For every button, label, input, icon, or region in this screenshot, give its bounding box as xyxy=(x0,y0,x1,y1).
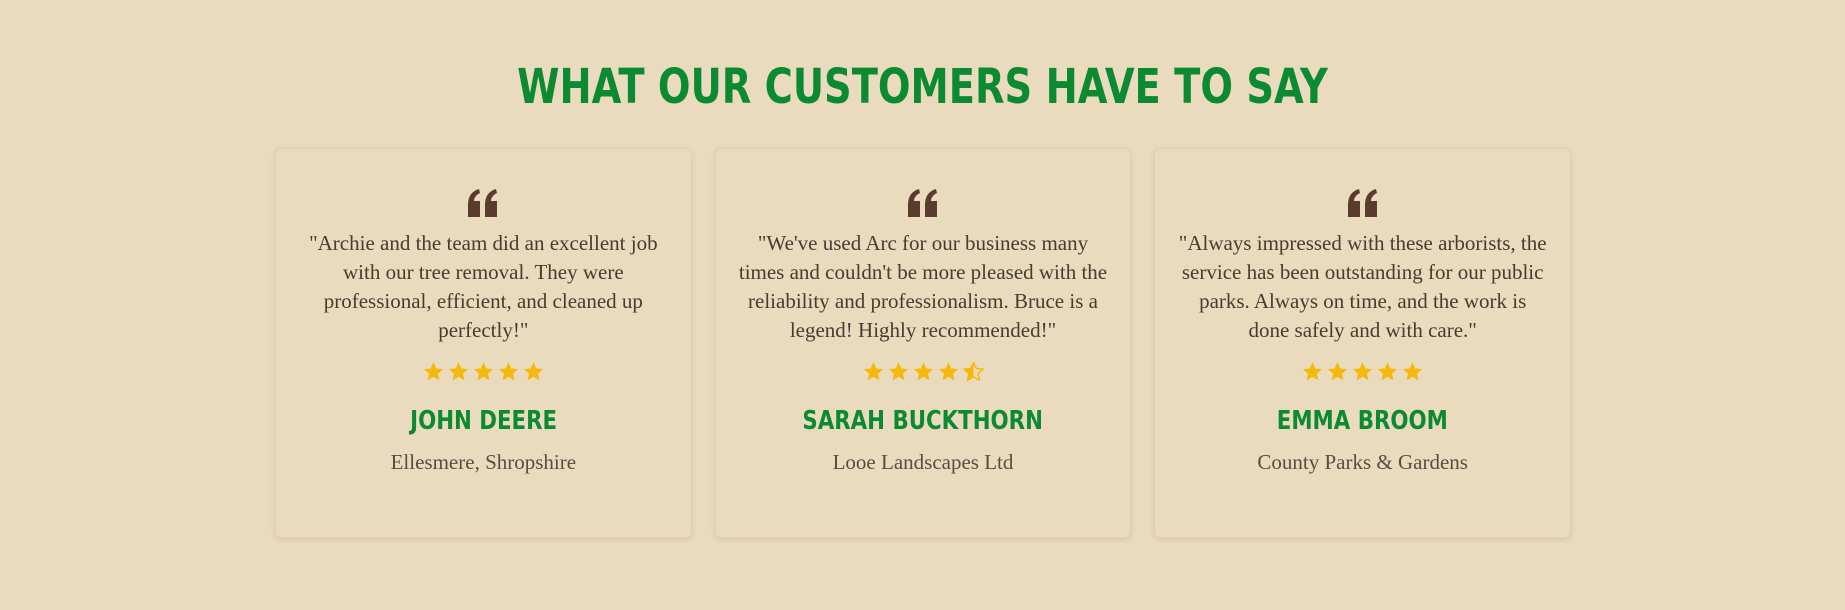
star-icon xyxy=(913,362,933,381)
quote-icon xyxy=(468,189,498,217)
star-rating xyxy=(1302,361,1423,383)
star-icon xyxy=(423,362,443,381)
testimonial-card: "Archie and the team did an excellent jo… xyxy=(275,148,692,538)
star-icon xyxy=(448,362,468,381)
star-icon xyxy=(863,362,883,381)
customer-location: Ellesmere, Shropshire xyxy=(390,450,577,474)
star-rating xyxy=(863,361,984,383)
customer-location: County Parks & Gardens xyxy=(1257,450,1468,474)
star-icon xyxy=(888,362,908,381)
customer-name: John Deere xyxy=(409,406,557,436)
star-icon xyxy=(498,362,518,381)
star-rating xyxy=(423,361,544,383)
testimonial-quote: "Always impressed with these arborists, … xyxy=(1178,231,1547,342)
star-icon xyxy=(473,362,493,381)
testimonial-quote: "We've used Arc for our business many ti… xyxy=(738,231,1108,342)
customer-name: Sarah Buckthorn xyxy=(802,406,1044,436)
star-icon xyxy=(1303,362,1323,381)
star-half-icon xyxy=(962,361,984,382)
testimonial-card: "Always impressed with these arborists, … xyxy=(1154,148,1572,538)
star-icon xyxy=(1378,362,1398,381)
star-icon xyxy=(1403,362,1423,381)
customer-location: Looe Landscapes Ltd xyxy=(832,450,1014,474)
quote-icon xyxy=(908,189,937,217)
star-icon xyxy=(523,362,543,381)
customer-name: Emma Broom xyxy=(1277,406,1449,436)
section-title: What our customers have to say xyxy=(517,59,1328,115)
testimonial-quote: "Archie and the team did an excellent jo… xyxy=(309,231,658,342)
testimonial-card: "We've used Arc for our business many ti… xyxy=(714,148,1132,538)
quote-icon xyxy=(1347,189,1377,217)
star-icon xyxy=(1328,362,1348,381)
star-icon xyxy=(938,362,958,381)
star-icon xyxy=(1353,362,1373,381)
testimonial-list: "Archie and the team did an excellent jo… xyxy=(275,148,1572,538)
